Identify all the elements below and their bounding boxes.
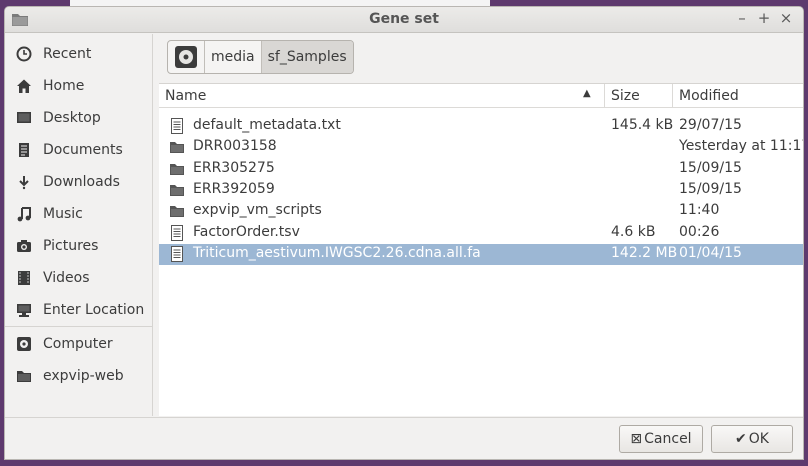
document-icon — [15, 141, 33, 159]
file-size: 142.2 MB — [611, 245, 678, 261]
file-name: ERR305275 — [193, 160, 275, 176]
sidebar-item-downloads[interactable]: Downloads — [5, 168, 153, 196]
table-row-selected[interactable]: Triticum_aestivum.IWGSC2.26.cdna.all.fa … — [159, 244, 803, 265]
sidebar-item-label: Downloads — [43, 174, 120, 190]
folder-icon — [170, 185, 184, 196]
sidebar-item-label: Recent — [43, 46, 92, 62]
drive-icon — [15, 335, 33, 353]
column-header-name[interactable]: Name ▲ — [159, 84, 605, 108]
drive-icon — [175, 46, 197, 68]
table-row[interactable]: ERR392059 15/09/15 — [159, 180, 803, 201]
sidebar-item-label: Videos — [43, 270, 90, 286]
checkmark-icon: ✔ — [735, 431, 747, 447]
sidebar-item-recent[interactable]: Recent — [5, 40, 153, 68]
gene-set-dialog: Gene set – + × Recent Home Desktop Docum… — [4, 6, 804, 460]
download-icon — [15, 173, 33, 191]
sidebar-item-label: Pictures — [43, 238, 99, 254]
folder-icon — [170, 206, 184, 217]
cancel-icon: ⊠ — [630, 431, 643, 447]
ok-button[interactable]: ✔ OK — [711, 425, 793, 453]
sidebar-item-desktop[interactable]: Desktop — [5, 104, 153, 132]
sidebar-item-label: Computer — [43, 336, 113, 352]
camera-icon — [15, 237, 33, 255]
file-modified: 15/09/15 — [679, 160, 742, 176]
file-modified: 11:40 — [679, 202, 720, 218]
sidebar-item-enter-location[interactable]: Enter Location — [5, 296, 153, 324]
sidebar-item-label: Music — [43, 206, 83, 222]
file-modified: 00:26 — [679, 224, 720, 240]
close-button[interactable]: × — [776, 9, 796, 27]
folder-icon — [170, 164, 184, 175]
sidebar-item-pictures[interactable]: Pictures — [5, 232, 153, 260]
sidebar-item-videos[interactable]: Videos — [5, 264, 153, 292]
file-name: DRR003158 — [193, 138, 277, 154]
file-modified: 29/07/15 — [679, 117, 742, 133]
file-name: FactorOrder.tsv — [193, 224, 300, 240]
path-bar: media sf_Samples — [167, 40, 354, 74]
path-segment-media[interactable]: media — [205, 41, 262, 73]
sidebar-item-label: Desktop — [43, 110, 101, 126]
maximize-button[interactable]: + — [754, 9, 774, 27]
file-name: Triticum_aestivum.IWGSC2.26.cdna.all.fa — [193, 245, 481, 261]
table-row[interactable]: FactorOrder.tsv 4.6 kB 00:26 — [159, 223, 803, 244]
folder-icon — [170, 142, 184, 153]
minimize-button[interactable]: – — [732, 9, 752, 27]
titlebar: Gene set – + × — [5, 7, 803, 33]
table-row[interactable]: DRR003158 Yesterday at 11:17 — [159, 137, 804, 158]
sidebar-item-label: Documents — [43, 142, 123, 158]
cancel-button-label: Cancel — [644, 431, 692, 447]
column-header-size[interactable]: Size — [605, 84, 673, 108]
table-row[interactable]: expvip_vm_scripts 11:40 — [159, 201, 803, 222]
sidebar-item-computer[interactable]: Computer — [5, 330, 153, 358]
location-icon — [15, 301, 33, 319]
column-header-label: Size — [611, 88, 640, 104]
desktop-icon — [15, 109, 33, 127]
column-header-label: Modified — [679, 88, 739, 104]
file-modified: 15/09/15 — [679, 181, 742, 197]
home-icon — [15, 77, 33, 95]
path-root-drive-button[interactable] — [168, 41, 205, 73]
sort-ascending-icon: ▲ — [583, 88, 591, 99]
music-icon — [15, 205, 33, 223]
file-modified: 01/04/15 — [679, 245, 742, 261]
sidebar-item-documents[interactable]: Documents — [5, 136, 153, 164]
table-row[interactable]: default_metadata.txt 145.4 kB 29/07/15 — [159, 116, 803, 137]
column-header-modified[interactable]: Modified — [673, 84, 803, 108]
ok-button-label: OK — [748, 431, 769, 447]
text-file-icon — [171, 118, 183, 134]
file-name: expvip_vm_scripts — [193, 202, 322, 218]
sidebar-divider — [5, 326, 153, 327]
file-size: 145.4 kB — [611, 117, 674, 133]
file-name: ERR392059 — [193, 181, 275, 197]
file-list-header: Name ▲ Size Modified — [159, 84, 803, 108]
sidebar-item-home[interactable]: Home — [5, 72, 153, 100]
text-file-icon — [171, 225, 183, 241]
dialog-footer: ⊠ Cancel ✔ OK — [5, 417, 803, 459]
file-size: 4.6 kB — [611, 224, 656, 240]
sidebar-item-expvip-web[interactable]: expvip-web — [5, 362, 153, 390]
file-name: default_metadata.txt — [193, 117, 341, 133]
cancel-button[interactable]: ⊠ Cancel — [619, 425, 703, 453]
sidebar-item-label: Enter Location — [43, 302, 145, 318]
text-file-icon — [171, 246, 183, 262]
file-modified: Yesterday at 11:17 — [679, 138, 804, 154]
table-row[interactable]: ERR305275 15/09/15 — [159, 159, 803, 180]
sidebar-item-music[interactable]: Music — [5, 200, 153, 228]
column-header-label: Name — [165, 88, 207, 104]
path-segment-sf-samples[interactable]: sf_Samples — [261, 41, 353, 73]
window-title: Gene set — [369, 11, 439, 27]
film-icon — [15, 269, 33, 287]
places-sidebar: Recent Home Desktop Documents Downloads — [5, 34, 153, 416]
sidebar-item-label: Home — [43, 78, 85, 94]
file-list: Name ▲ Size Modified default_metadata.tx… — [159, 83, 804, 416]
sidebar-item-label: expvip-web — [43, 368, 124, 384]
clock-icon — [15, 45, 33, 63]
folder-icon — [15, 367, 33, 385]
